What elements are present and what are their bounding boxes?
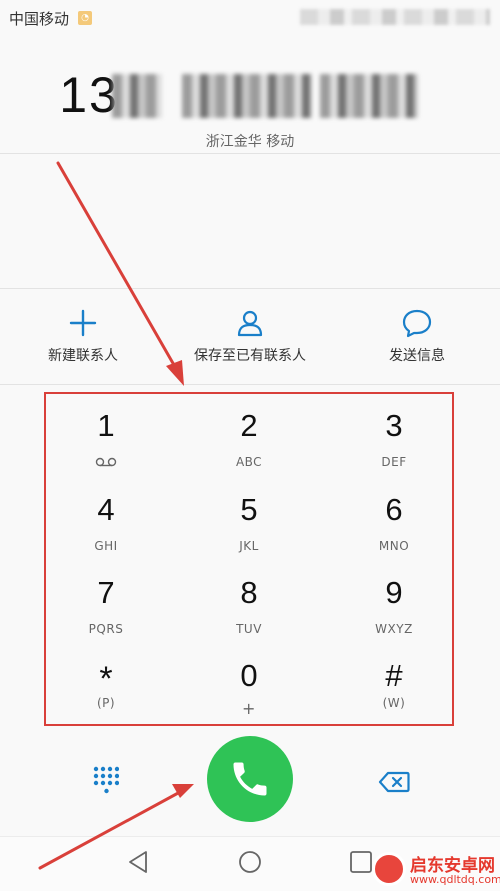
- person-icon: [237, 310, 263, 337]
- divider: [0, 384, 500, 385]
- call-button[interactable]: [207, 736, 293, 822]
- number-location: 浙江金华 移动: [205, 134, 295, 150]
- key-digit: 5: [240, 492, 258, 527]
- backspace-icon[interactable]: [378, 771, 410, 793]
- key-letters: TUV: [236, 622, 262, 636]
- new-contact-label: 新建联系人: [48, 348, 118, 364]
- number-display: 13 浙江金华 移动: [0, 38, 500, 152]
- key-letters: DEF: [381, 455, 407, 469]
- key-star[interactable]: * (P): [46, 644, 166, 724]
- key-digit: 4: [97, 492, 115, 527]
- watermark-url: www.qdltdq.com: [410, 873, 500, 886]
- key-4[interactable]: 4 GHI: [46, 478, 166, 558]
- site-watermark: 启东安卓网 www.qdltdq.com: [370, 850, 500, 891]
- key-letters: JKL: [239, 539, 259, 553]
- key-digit: 1: [97, 408, 115, 443]
- save-to-existing-contact-button[interactable]: 保存至已有联系人: [166, 288, 334, 384]
- send-message-button[interactable]: 发送信息: [334, 288, 500, 384]
- action-row: 新建联系人 保存至已有联系人 发送信息: [0, 288, 500, 384]
- carrier-name: 中国移动: [9, 10, 70, 28]
- dialed-number-prefix: 13: [59, 67, 119, 123]
- key-6[interactable]: 6 MNO: [334, 478, 454, 558]
- key-digit: 0: [240, 658, 258, 693]
- back-icon[interactable]: [126, 849, 150, 875]
- key-letters: ABC: [235, 455, 263, 469]
- key-hash[interactable]: # (W): [334, 644, 454, 724]
- new-contact-button[interactable]: 新建联系人: [0, 288, 166, 384]
- key-1[interactable]: 1: [46, 394, 166, 474]
- key-digit: 7: [97, 575, 115, 610]
- keypad: 1 2 ABC 3 DEF 4 GHI 5 JKL 6 MNO 7 PQRS 8…: [44, 392, 454, 726]
- key-3[interactable]: 3 DEF: [334, 394, 454, 474]
- key-digit: 8: [240, 575, 258, 610]
- key-8[interactable]: 8 TUV: [189, 561, 309, 641]
- key-digit: 6: [385, 492, 403, 527]
- key-letters: PQRS: [88, 622, 124, 636]
- key-digit: 3: [385, 408, 403, 443]
- key-digit: #: [385, 658, 403, 693]
- number-redaction: [320, 74, 418, 118]
- key-letters: (P): [96, 696, 116, 710]
- home-icon[interactable]: [237, 849, 263, 875]
- watermark-logo: [372, 852, 406, 886]
- key-digit: *: [99, 660, 113, 698]
- key-letters: MNO: [378, 539, 410, 553]
- divider: [0, 153, 500, 154]
- key-7[interactable]: 7 PQRS: [46, 561, 166, 641]
- number-redaction: [182, 74, 312, 118]
- number-redaction: [112, 74, 162, 118]
- key-digit: 9: [385, 575, 403, 610]
- key-letters: WXYZ: [375, 622, 413, 636]
- message-bubble-icon: [402, 309, 432, 338]
- status-bar: 中国移动 ◔: [0, 0, 500, 38]
- key-letters: +: [242, 699, 256, 718]
- plus-icon: [69, 309, 97, 337]
- voicemail-icon: [95, 457, 117, 467]
- status-icons-blurred: [300, 9, 490, 25]
- key-0[interactable]: 0 +: [189, 644, 309, 724]
- key-9[interactable]: 9 WXYZ: [334, 561, 454, 641]
- key-letters: GHI: [94, 539, 118, 553]
- key-5[interactable]: 5 JKL: [189, 478, 309, 558]
- send-message-label: 发送信息: [389, 348, 445, 364]
- key-2[interactable]: 2 ABC: [189, 394, 309, 474]
- phone-icon: [233, 762, 267, 796]
- dialpad-grid-icon[interactable]: [93, 766, 119, 796]
- key-digit: 2: [240, 408, 258, 443]
- sim-card-icon: ◔: [78, 11, 92, 25]
- key-letters: (W): [382, 696, 406, 710]
- save-to-existing-contact-label: 保存至已有联系人: [194, 348, 306, 364]
